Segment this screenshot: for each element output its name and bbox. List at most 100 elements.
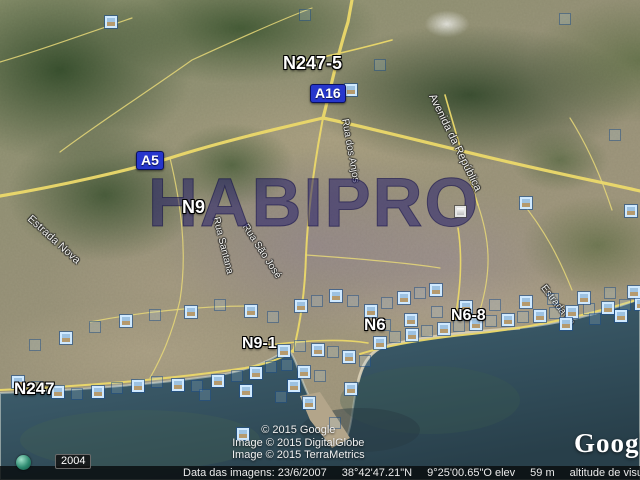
imagery-year-badge[interactable]: 2004	[55, 454, 91, 469]
photo-marker[interactable]	[374, 337, 386, 349]
street-label: Estrada Nova	[25, 213, 83, 267]
photo-marker[interactable]	[628, 286, 640, 298]
photo-marker[interactable]	[298, 366, 310, 378]
photo-marker[interactable]	[422, 326, 432, 336]
photo-marker[interactable]	[605, 288, 615, 298]
photo-marker[interactable]	[276, 392, 286, 402]
photo-marker[interactable]	[345, 383, 357, 395]
imagery-date: Data das imagens: 23/6/2007	[183, 466, 327, 480]
photo-marker[interactable]	[550, 308, 560, 318]
photo-marker[interactable]	[345, 84, 357, 96]
elevation-readout: 59 m	[530, 466, 554, 480]
photo-marker[interactable]	[415, 288, 425, 298]
photo-marker[interactable]	[288, 380, 300, 392]
view-altitude-label: altitude de visualização	[570, 466, 640, 480]
copyright-terrametrics: Image © 2015 TerraMetrics	[232, 449, 365, 462]
status-bar: Data das imagens: 23/6/2007 38°42'47.21"…	[0, 466, 640, 480]
photo-marker[interactable]	[502, 314, 514, 326]
photo-marker[interactable]	[520, 197, 532, 209]
road-label: N247	[14, 379, 55, 399]
photo-marker[interactable]	[534, 310, 546, 322]
photo-marker[interactable]	[200, 390, 210, 400]
photo-marker[interactable]	[405, 314, 417, 326]
map-attribution: © 2015 Google Image © 2015 DigitalGlobe …	[232, 424, 365, 462]
map-overlays: HABIPRO Estrada NovaRua SantanaRua São J…	[0, 0, 640, 480]
photo-marker[interactable]	[92, 386, 104, 398]
photo-marker[interactable]	[312, 344, 324, 356]
photo-marker[interactable]	[300, 10, 310, 20]
photo-marker[interactable]	[625, 205, 637, 217]
copyright-digitalglobe: Image © 2015 DigitalGlobe	[232, 437, 365, 450]
photo-marker[interactable]	[152, 377, 162, 387]
photo-marker[interactable]	[215, 300, 225, 310]
photo-marker[interactable]	[455, 206, 466, 217]
photo-marker[interactable]	[60, 332, 72, 344]
photo-marker[interactable]	[330, 290, 342, 302]
photo-marker[interactable]	[250, 367, 262, 379]
photo-marker[interactable]	[90, 322, 100, 332]
photo-marker[interactable]	[382, 298, 392, 308]
photo-marker[interactable]	[390, 332, 400, 342]
photo-marker[interactable]	[430, 284, 442, 296]
photo-marker[interactable]	[312, 296, 322, 306]
photo-marker[interactable]	[548, 294, 558, 304]
photo-marker[interactable]	[438, 323, 450, 335]
photo-marker[interactable]	[343, 351, 355, 363]
photo-marker[interactable]	[240, 385, 252, 397]
photo-marker[interactable]	[172, 379, 184, 391]
photo-marker[interactable]	[268, 312, 278, 322]
photo-marker[interactable]	[560, 318, 572, 330]
photo-marker[interactable]	[635, 298, 640, 310]
photo-marker[interactable]	[212, 375, 224, 387]
photo-marker[interactable]	[360, 356, 370, 366]
road-label: N247-5	[283, 53, 342, 74]
photo-marker[interactable]	[610, 130, 620, 140]
photo-marker[interactable]	[232, 371, 242, 381]
photo-marker[interactable]	[348, 296, 358, 306]
photo-marker[interactable]	[620, 300, 630, 310]
photo-marker[interactable]	[578, 292, 590, 304]
road-label: N9	[182, 197, 205, 218]
photo-marker[interactable]	[150, 310, 160, 320]
photo-marker[interactable]	[520, 296, 532, 308]
photo-marker[interactable]	[120, 315, 132, 327]
historical-imagery-clock-icon[interactable]	[16, 455, 31, 470]
copyright-google: © 2015 Google	[232, 424, 365, 437]
google-earth-map-view[interactable]: HABIPRO Estrada NovaRua SantanaRua São J…	[0, 0, 640, 480]
photo-marker[interactable]	[278, 345, 290, 357]
photo-marker[interactable]	[602, 302, 614, 314]
photo-marker[interactable]	[132, 380, 144, 392]
photo-marker[interactable]	[584, 304, 594, 314]
photo-marker[interactable]	[328, 347, 338, 357]
photo-marker[interactable]	[185, 306, 197, 318]
road-label: N9-1	[242, 335, 277, 353]
photo-marker[interactable]	[375, 60, 385, 70]
photo-marker[interactable]	[615, 310, 627, 322]
photo-marker[interactable]	[303, 397, 315, 409]
photo-marker[interactable]	[112, 383, 122, 393]
photo-marker[interactable]	[315, 371, 325, 381]
photo-marker[interactable]	[486, 316, 496, 326]
photo-marker[interactable]	[295, 300, 307, 312]
photo-marker[interactable]	[72, 389, 82, 399]
photo-marker[interactable]	[490, 300, 500, 310]
photo-marker[interactable]	[282, 360, 292, 370]
longitude-readout: 9°25'00.65"O elev	[427, 466, 515, 480]
photo-marker[interactable]	[406, 329, 418, 341]
photo-marker[interactable]	[590, 314, 600, 324]
photo-marker[interactable]	[295, 341, 305, 351]
latitude-readout: 38°42'47.21"N	[342, 466, 412, 480]
google-logo: Google	[574, 428, 640, 459]
photo-marker[interactable]	[566, 306, 578, 318]
photo-marker[interactable]	[398, 292, 410, 304]
photo-marker[interactable]	[266, 362, 276, 372]
photo-marker[interactable]	[518, 312, 528, 322]
road-shield-a16: A16	[310, 84, 346, 103]
photo-marker[interactable]	[560, 14, 570, 24]
photo-marker[interactable]	[30, 340, 40, 350]
photo-marker[interactable]	[105, 16, 117, 28]
photo-marker[interactable]	[245, 305, 257, 317]
road-label: N6	[364, 315, 386, 335]
road-label: N6-8	[451, 307, 486, 325]
photo-marker[interactable]	[432, 307, 442, 317]
